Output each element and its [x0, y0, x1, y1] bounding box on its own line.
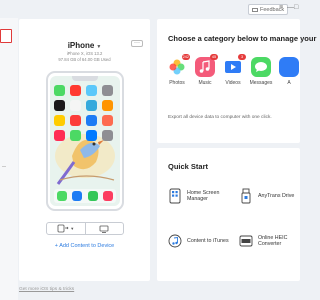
quick-start-label: Home Screen Manager — [187, 189, 220, 203]
category-panel: Choose a category below to manage your 2… — [157, 19, 316, 143]
export-description: Export all device data to computer with … — [168, 115, 272, 120]
mail-icon — [252, 7, 258, 12]
app-icon — [86, 130, 97, 141]
app-icon — [102, 85, 113, 96]
app-icon — [70, 115, 81, 126]
messages-icon — [251, 57, 271, 77]
sidebar-divider — [2, 166, 6, 167]
device-export-icon — [57, 224, 69, 233]
app-icon — [102, 100, 113, 111]
app-icon — [54, 130, 65, 141]
photos-count-badge: 242 — [181, 54, 190, 60]
minimize-icon[interactable]: — — [287, 3, 294, 13]
quick-start-label: Content to iTunes — [187, 237, 229, 244]
device-storage: 97.84 GB of 64.00 GB Used — [58, 57, 111, 62]
screen-capture-button[interactable]: ▼ — [47, 223, 85, 234]
device-actions: ▼ — [46, 222, 124, 235]
home-screen-icon — [168, 188, 182, 204]
quick-start-itunes[interactable]: Content to iTunes — [168, 233, 229, 249]
quick-start-drive[interactable]: AnyTrans Drive — [239, 188, 304, 204]
more-options-button[interactable]: ··· — [131, 40, 143, 47]
phone-screen — [50, 76, 120, 206]
messages-app-icon — [87, 191, 98, 201]
chevron-down-icon: ▼ — [96, 44, 102, 50]
category-title: Choose a category below to manage your — [168, 34, 317, 43]
usb-drive-icon — [239, 188, 253, 204]
add-content-link[interactable]: + Add Content to Device — [19, 243, 150, 249]
category-label: A — [287, 80, 291, 86]
category-apps[interactable]: A — [277, 57, 301, 86]
app-icon — [102, 115, 113, 126]
device-info: iPhone X, iOS 13.2 97.84 GB of 64.00 GB … — [19, 51, 150, 63]
phone-preview — [46, 71, 124, 211]
category-label: Messages — [249, 80, 273, 86]
phone-notch — [72, 76, 98, 81]
safari-app-icon — [72, 191, 83, 201]
quick-start-title: Quick Start — [168, 162, 209, 171]
maximize-icon[interactable]: □ — [294, 3, 298, 13]
device-panel: iPhone ▼ iPhone X, iOS 13.2 97.84 GB of 6… — [19, 19, 150, 281]
phone-dock — [54, 189, 116, 203]
app-icon — [54, 100, 65, 111]
itunes-icon — [168, 233, 182, 249]
category-label: Music — [198, 80, 212, 86]
app-icon — [102, 130, 113, 141]
quick-start-home-screen[interactable]: Home Screen Manager — [168, 188, 229, 204]
videos-icon: 3 — [223, 54, 246, 77]
quick-start-label: AnyTrans Drive — [258, 192, 295, 199]
quick-start-label: Online HEIC Converter — [258, 234, 288, 248]
app-icon — [70, 130, 81, 141]
apps-icon — [279, 57, 299, 77]
app-icon — [54, 115, 65, 126]
quick-start-heic[interactable]: Online HEIC Converter — [239, 233, 304, 249]
sidebar — [0, 18, 18, 300]
monitor-icon — [99, 225, 109, 233]
menu-icon[interactable]: ≡ — [279, 3, 283, 13]
sidebar-item-device[interactable] — [0, 29, 12, 43]
photos-icon: 242 — [167, 54, 190, 77]
category-videos[interactable]: 3 Videos — [221, 54, 246, 86]
music-icon: 45 — [195, 54, 218, 77]
tips-link[interactable]: Get more iOS tips & tricks — [19, 287, 74, 292]
music-app-icon — [103, 191, 114, 201]
app-icon — [86, 115, 97, 126]
heic-converter-icon — [239, 233, 253, 249]
category-music[interactable]: 45 Music — [193, 54, 218, 86]
category-label: Photos — [169, 80, 185, 86]
quick-start-panel: Quick Start Home Screen Manager AnyTrans… — [157, 148, 300, 281]
phone-app-icon — [56, 191, 67, 201]
app-icon — [86, 100, 97, 111]
music-count-badge: 45 — [210, 54, 218, 60]
category-label: Videos — [225, 80, 241, 86]
app-icon — [70, 100, 81, 111]
device-name: iPhone — [67, 41, 95, 50]
videos-count-badge: 3 — [238, 54, 246, 60]
chevron-down-icon: ▼ — [70, 226, 75, 231]
app-grid — [54, 85, 116, 141]
app-icon — [86, 85, 97, 96]
app-icon — [54, 85, 65, 96]
screen-mirror-button[interactable] — [84, 223, 124, 234]
app-icon — [70, 85, 81, 96]
title-bar: Feedback ≡ — □ — [0, 0, 300, 18]
category-photos[interactable]: 242 Photos — [165, 54, 190, 86]
category-messages[interactable]: Messages — [249, 57, 273, 86]
category-list: 242 Photos 45 Music 3 Videos Messages A — [165, 54, 301, 86]
